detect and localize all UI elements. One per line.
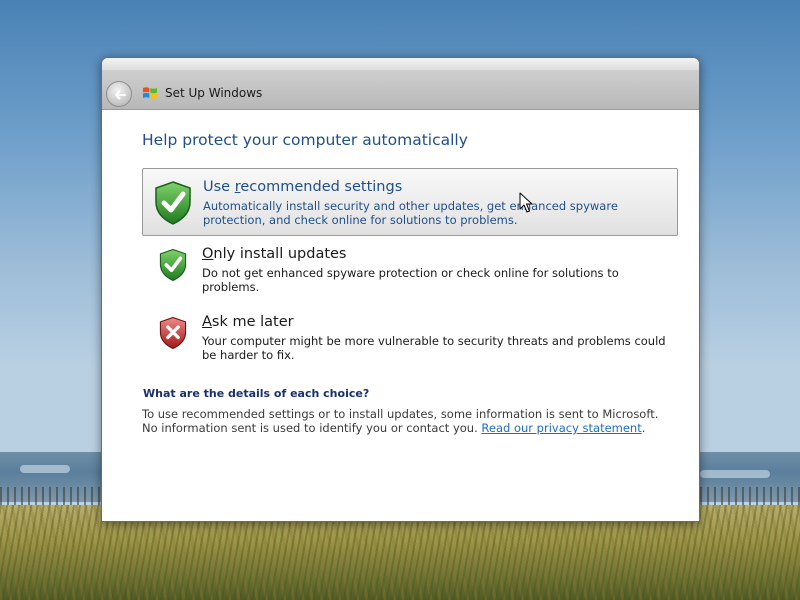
green-check-shield-icon (159, 248, 187, 282)
option-title-suffix: sk me later (211, 314, 294, 330)
use-recommended-settings-option[interactable]: Use recommended settings Automatically i… (142, 168, 678, 236)
back-button[interactable] (106, 81, 132, 107)
sea-glint (700, 470, 770, 478)
sea-glint (20, 465, 70, 473)
setup-content: Help protect your computer automatically… (102, 111, 699, 521)
details-text: To use recommended settings or to instal… (142, 407, 672, 435)
option-title-suffix: ecommended settings (240, 179, 403, 195)
option-title: Ask me later (202, 314, 294, 330)
windows-logo-icon (143, 87, 157, 99)
privacy-statement-link[interactable]: Read our privacy statement (481, 421, 641, 435)
title-bar: Set Up Windows (102, 58, 699, 110)
green-check-shield-icon (155, 181, 191, 225)
details-trailing: . (641, 421, 646, 435)
setup-window: Set Up Windows Help protect your compute… (101, 57, 700, 522)
option-description: Automatically install security and other… (203, 199, 618, 227)
page-title: Help protect your computer automatically (142, 131, 468, 149)
red-x-shield-icon (159, 316, 187, 350)
option-title-mnemonic: O (202, 246, 214, 262)
mouse-cursor-icon (519, 192, 533, 213)
option-title-suffix: nly install updates (213, 246, 347, 262)
option-description: Your computer might be more vulnerable t… (202, 334, 666, 362)
option-description: Do not get enhanced spyware protection o… (202, 266, 619, 294)
window-title: Set Up Windows (165, 86, 263, 100)
back-arrow-icon (115, 90, 126, 100)
option-title-prefix: Use (203, 179, 235, 195)
ask-me-later-option[interactable]: Ask me later Your computer might be more… (142, 304, 678, 372)
only-install-updates-option[interactable]: Only install updates Do not get enhanced… (142, 236, 678, 304)
option-title-mnemonic: A (202, 314, 212, 330)
option-title: Only install updates (202, 246, 347, 262)
option-title: Use recommended settings (203, 179, 402, 195)
title-bar-frame (102, 58, 699, 70)
details-heading: What are the details of each choice? (143, 387, 370, 400)
